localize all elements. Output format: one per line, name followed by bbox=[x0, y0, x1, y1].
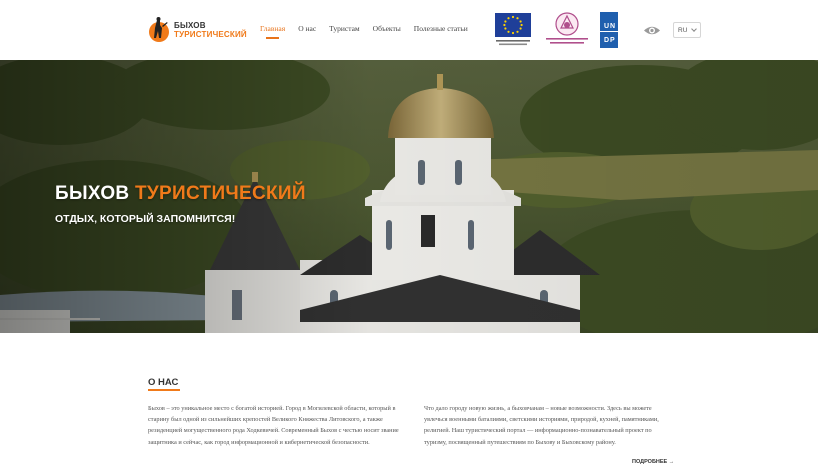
eu-flag-icon[interactable] bbox=[494, 12, 532, 48]
svg-text:D: D bbox=[604, 37, 609, 44]
language-select[interactable]: RU bbox=[673, 22, 701, 38]
logo-line2: ТУРИСТИЧЕСКИЙ bbox=[174, 30, 247, 39]
eye-icon[interactable] bbox=[643, 25, 661, 36]
about-title-underline bbox=[148, 389, 180, 391]
svg-text:N: N bbox=[610, 23, 615, 30]
svg-text:P: P bbox=[610, 37, 615, 44]
more-link[interactable]: ПОДРОБНЕЕ → bbox=[632, 459, 674, 465]
logo-line1: БЫХОВ bbox=[174, 21, 206, 30]
ministry-emblem-icon[interactable] bbox=[542, 12, 592, 48]
nav-item-about[interactable]: О нас bbox=[298, 24, 316, 33]
undp-logo-icon[interactable]: U N D P bbox=[600, 12, 618, 48]
about-title: О НАС bbox=[148, 377, 179, 388]
hero-banner: БЫХОВ ТУРИСТИЧЕСКИЙ ОТДЫХ, КОТОРЫЙ ЗАПОМ… bbox=[0, 60, 818, 333]
hero-title-accent: ТУРИСТИЧЕСКИЙ bbox=[135, 183, 306, 204]
about-text-left: Быхов – это уникальное место с богатой и… bbox=[148, 405, 399, 446]
hero-subtitle: ОТДЫХ, КОТОРЫЙ ЗАПОМНИТСЯ! bbox=[55, 213, 236, 225]
language-label: RU bbox=[678, 26, 688, 34]
nav-item-home[interactable]: Главная bbox=[260, 24, 285, 39]
nav-item-tourists[interactable]: Туристам bbox=[329, 24, 360, 33]
hero-title-main: БЫХОВ bbox=[55, 183, 136, 204]
site-header: БЫХОВ ТУРИСТИЧЕСКИЙ Главная О нас Турист… bbox=[0, 0, 818, 60]
chevron-down-icon bbox=[691, 26, 698, 32]
about-text-right: Что дало городу новую жизнь, а быховчана… bbox=[424, 405, 659, 446]
nav-item-articles[interactable]: Полезные статьи bbox=[414, 24, 468, 33]
nav-item-objects[interactable]: Объекты bbox=[373, 24, 401, 33]
main-nav: Главная О нас Туристам Объекты Полезные … bbox=[260, 24, 468, 39]
hero-title: БЫХОВ ТУРИСТИЧЕСКИЙ bbox=[55, 183, 306, 205]
svg-text:U: U bbox=[604, 23, 609, 30]
logo-icon bbox=[149, 17, 169, 42]
site-logo[interactable]: БЫХОВ ТУРИСТИЧЕСКИЙ bbox=[147, 16, 247, 44]
